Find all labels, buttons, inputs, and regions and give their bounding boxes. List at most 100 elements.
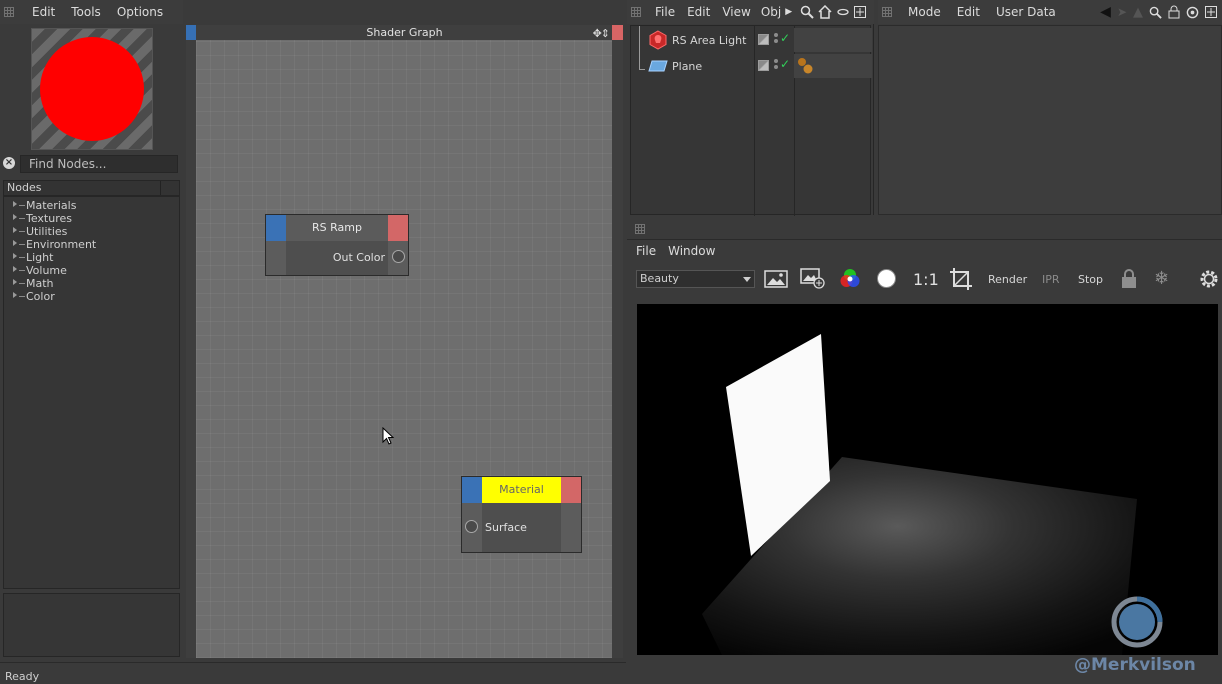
menu-window[interactable]: Window bbox=[664, 241, 719, 261]
node-inputs-toggle[interactable] bbox=[462, 477, 482, 503]
panel-grip-icon[interactable] bbox=[4, 7, 14, 17]
expand-arrow-icon[interactable] bbox=[13, 227, 17, 233]
ratio-button[interactable]: 1:1 bbox=[913, 270, 939, 290]
home-icon[interactable] bbox=[818, 5, 832, 19]
menu-file[interactable]: File bbox=[627, 241, 664, 261]
tags-cell[interactable] bbox=[794, 54, 872, 78]
search-icon[interactable] bbox=[800, 5, 814, 19]
port-label: Out Color bbox=[332, 251, 385, 264]
node-header[interactable]: Material bbox=[462, 477, 581, 503]
freeze-icon[interactable]: ❄ bbox=[1154, 269, 1169, 289]
back-arrow-icon[interactable]: ◀ bbox=[1100, 4, 1111, 20]
new-panel-icon[interactable] bbox=[1205, 6, 1217, 18]
expand-arrow-icon[interactable] bbox=[13, 253, 17, 259]
node-header[interactable]: RS Ramp bbox=[266, 215, 408, 241]
tree-item-math[interactable]: Math bbox=[4, 277, 179, 290]
expand-arrow-icon[interactable] bbox=[13, 292, 17, 298]
expand-arrow-icon[interactable] bbox=[13, 214, 17, 220]
stop-button[interactable]: Stop bbox=[1078, 270, 1103, 290]
render-view-menubar: File Window bbox=[627, 241, 719, 261]
tree-item-label: Utilities bbox=[26, 225, 68, 238]
tree-item-color[interactable]: Color bbox=[4, 290, 179, 303]
move-zoom-icon[interactable]: ✥⇕ bbox=[593, 26, 610, 41]
tree-item-light[interactable]: Light bbox=[4, 251, 179, 264]
surface-port[interactable] bbox=[465, 520, 478, 533]
up-arrow-icon[interactable]: ▲ bbox=[1133, 5, 1143, 20]
expand-arrow-icon[interactable] bbox=[13, 266, 17, 272]
visibility-dots-icon[interactable] bbox=[774, 59, 778, 73]
preview-sphere bbox=[40, 37, 144, 141]
tree-item-label: Math bbox=[26, 277, 54, 290]
object-row-plane[interactable]: Plane ✓ bbox=[631, 54, 872, 78]
new-panel-icon[interactable] bbox=[854, 6, 867, 18]
ipr-button[interactable]: IPR bbox=[1042, 270, 1060, 290]
tree-item-utilities[interactable]: Utilities bbox=[4, 225, 179, 238]
object-list: RS Area Light ✓ Plane ✓ bbox=[630, 25, 872, 216]
tree-item-textures[interactable]: Textures bbox=[4, 212, 179, 225]
white-balance-icon[interactable] bbox=[876, 268, 897, 289]
node-canvas[interactable]: RS Ramp Out Color Material Surface bbox=[196, 40, 612, 658]
gear-icon[interactable] bbox=[1197, 267, 1221, 291]
watermark-text: @Merkvilson bbox=[1074, 655, 1196, 675]
expand-arrow-icon[interactable] bbox=[13, 240, 17, 246]
crop-region-icon[interactable] bbox=[949, 267, 973, 291]
aov-select[interactable]: Beauty bbox=[636, 270, 755, 288]
object-name[interactable]: RS Area Light bbox=[672, 34, 746, 47]
menu-user-data[interactable]: User Data bbox=[988, 0, 1064, 24]
snapshot-icon[interactable] bbox=[764, 269, 788, 289]
objmgr-menubar: File Edit View Obj ▶ bbox=[627, 0, 874, 24]
rs-ramp-node[interactable]: RS Ramp Out Color bbox=[265, 214, 409, 276]
lock-icon[interactable] bbox=[1168, 5, 1180, 19]
find-nodes-input[interactable]: Find Nodes... bbox=[20, 155, 178, 173]
menu-view[interactable]: View bbox=[716, 0, 756, 24]
expand-arrow-icon[interactable] bbox=[13, 201, 17, 207]
menu-edit[interactable]: Edit bbox=[681, 0, 716, 24]
panel-grip-icon[interactable] bbox=[631, 7, 641, 17]
enabled-check-icon[interactable]: ✓ bbox=[780, 57, 790, 71]
menu-more-arrow-icon[interactable]: ▶ bbox=[785, 7, 792, 17]
menu-edit[interactable]: Edit bbox=[24, 0, 63, 24]
material-tag-icon[interactable] bbox=[796, 56, 816, 76]
panel-grip-icon[interactable] bbox=[882, 7, 892, 17]
tree-item-environment[interactable]: Environment bbox=[4, 238, 179, 251]
target-icon[interactable] bbox=[1186, 6, 1199, 19]
render-output[interactable] bbox=[637, 304, 1218, 655]
forward-arrow-icon[interactable]: ➤ bbox=[1117, 5, 1127, 19]
tree-item-materials[interactable]: Materials bbox=[4, 199, 179, 212]
object-name[interactable]: Plane bbox=[672, 60, 702, 73]
expand-arrow-icon[interactable] bbox=[13, 279, 17, 285]
node-outputs-toggle[interactable] bbox=[561, 477, 581, 503]
tree-item-volume[interactable]: Volume bbox=[4, 264, 179, 277]
link-icon[interactable] bbox=[836, 5, 850, 19]
clear-search-icon[interactable]: × bbox=[3, 157, 15, 169]
node-outputs-toggle[interactable] bbox=[388, 215, 408, 241]
tags-cell[interactable] bbox=[794, 28, 872, 52]
menu-options[interactable]: Options bbox=[109, 0, 171, 24]
panel-grip-icon[interactable] bbox=[635, 224, 645, 234]
color-channels-icon[interactable] bbox=[839, 267, 861, 289]
menu-tools[interactable]: Tools bbox=[63, 0, 109, 24]
layer-icon[interactable] bbox=[758, 60, 769, 71]
add-snapshot-icon[interactable] bbox=[800, 267, 826, 289]
out-color-port[interactable] bbox=[392, 250, 405, 263]
output-strip-toggle[interactable] bbox=[612, 25, 623, 40]
lock-icon[interactable] bbox=[1121, 269, 1137, 289]
search-icon[interactable] bbox=[1149, 6, 1162, 19]
render-button[interactable]: Render bbox=[988, 270, 1027, 290]
menu-mode[interactable]: Mode bbox=[900, 0, 949, 24]
menu-file[interactable]: File bbox=[649, 0, 681, 24]
node-inputs-toggle[interactable] bbox=[266, 215, 286, 241]
tree-item-label: Color bbox=[26, 290, 55, 303]
area-light-icon bbox=[649, 30, 667, 50]
nodes-column-header[interactable]: Nodes bbox=[3, 180, 180, 196]
menu-obj[interactable]: Obj bbox=[757, 0, 785, 24]
material-node[interactable]: Material Surface bbox=[461, 476, 582, 553]
menu-edit[interactable]: Edit bbox=[949, 0, 988, 24]
shader-graph-titlebar: Shader Graph ✥⇕ bbox=[186, 25, 623, 40]
object-row-area-light[interactable]: RS Area Light ✓ bbox=[631, 28, 872, 52]
visibility-dots-icon[interactable] bbox=[774, 33, 778, 47]
status-text: Ready bbox=[5, 670, 40, 683]
layer-icon[interactable] bbox=[758, 34, 769, 45]
enabled-check-icon[interactable]: ✓ bbox=[780, 31, 790, 45]
input-strip-toggle[interactable] bbox=[186, 25, 196, 40]
